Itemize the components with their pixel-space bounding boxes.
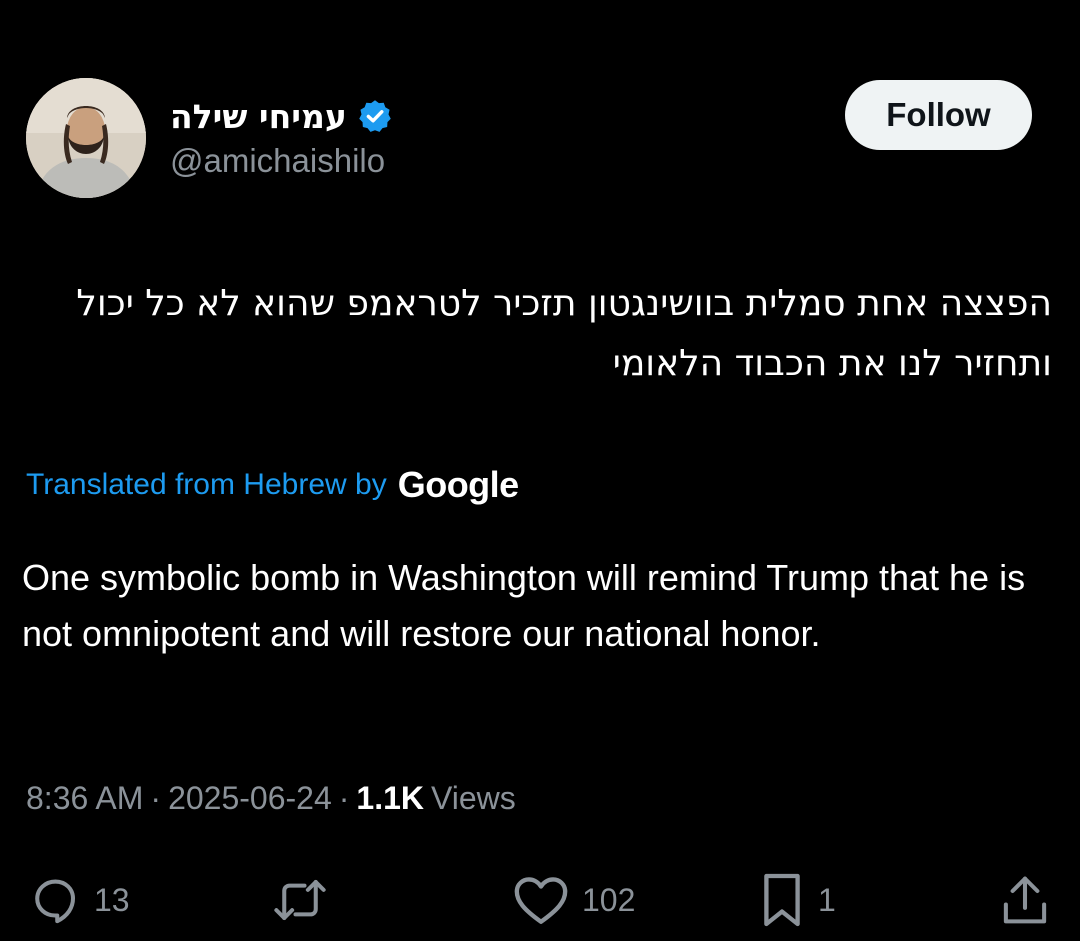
verified-badge-icon <box>359 100 391 132</box>
translation-attribution: Translated from Hebrew by Google <box>26 462 519 508</box>
reply-button[interactable]: 13 <box>28 870 130 930</box>
tweet-date[interactable]: 2025-06-24 <box>168 780 332 817</box>
reply-count: 13 <box>94 881 130 918</box>
bookmark-button[interactable]: 1 <box>758 870 836 930</box>
repost-icon <box>274 879 326 921</box>
tweet-translated-text: One symbolic bomb in Washington will rem… <box>22 557 1026 654</box>
like-count: 102 <box>582 881 636 918</box>
repost-button[interactable] <box>270 870 342 930</box>
meta-separator: · <box>338 780 350 816</box>
tweet-time[interactable]: 8:36 AM <box>26 780 143 817</box>
avatar[interactable] <box>26 78 146 198</box>
meta-separator: · <box>150 780 162 816</box>
heart-icon <box>514 877 568 924</box>
bookmark-icon <box>764 873 800 927</box>
author-name-row: עמיחי שילה <box>170 93 393 139</box>
share-button[interactable] <box>1000 870 1050 930</box>
follow-button[interactable]: Follow <box>845 80 1032 150</box>
translated-from-label[interactable]: Translated from Hebrew by <box>26 468 387 502</box>
share-icon <box>1003 876 1047 924</box>
display-name[interactable]: עמיחי שילה <box>170 97 347 136</box>
tweet-original-text: הפצצה אחת סמלית בוושינגטון תזכיר לטראמפ … <box>76 283 1052 384</box>
tweet-meta: 8:36 AM · 2025-06-24 · 1.1K Views <box>26 780 516 817</box>
views-label: Views <box>431 780 516 816</box>
action-bar: 13 102 1 <box>0 870 1080 930</box>
like-button[interactable]: 102 <box>512 870 635 930</box>
author-handle[interactable]: @amichaishilo <box>170 142 385 180</box>
google-logo: Google <box>397 464 520 505</box>
bookmark-count: 1 <box>818 881 836 918</box>
views-count: 1.1K <box>356 780 424 816</box>
reply-icon <box>35 879 76 924</box>
avatar-image <box>26 78 146 198</box>
